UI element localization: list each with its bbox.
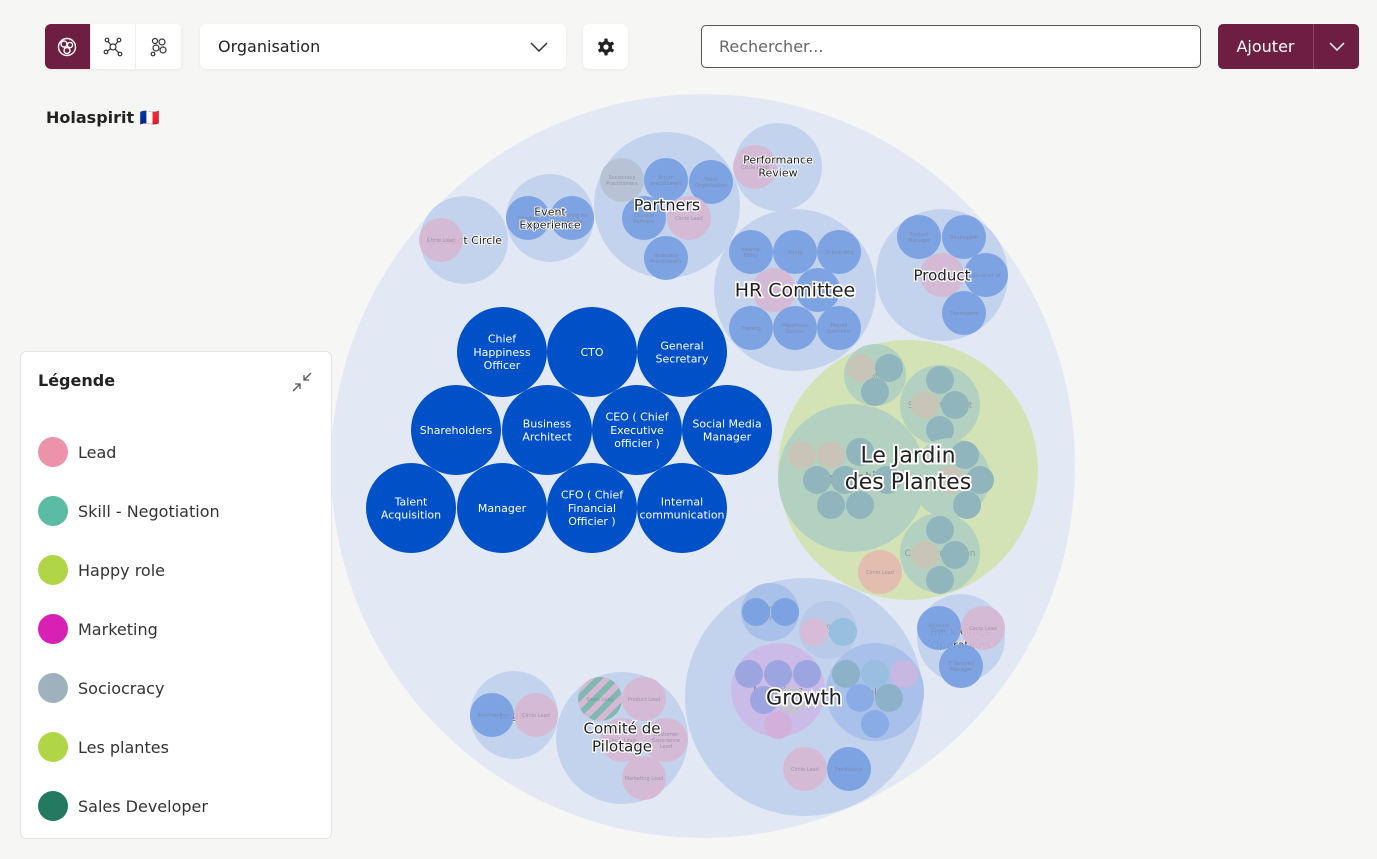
legend-item[interactable]: Marketing xyxy=(38,614,158,644)
legend-item[interactable]: Lead xyxy=(38,437,116,467)
circle-label: General Secretary xyxy=(656,339,709,365)
circle-label: Facilitateur xyxy=(835,767,864,773)
legend-label: Skill - Negotiation xyxy=(78,501,220,521)
role-circle[interactable] xyxy=(742,598,770,626)
circle-label: Internal Policy xyxy=(741,247,760,259)
role-circle[interactable] xyxy=(861,378,889,406)
circle-label: Shareholders xyxy=(420,424,493,437)
circle-label: Le Jardin des Plantes xyxy=(845,444,971,495)
legend-label: Les plantes xyxy=(78,737,169,757)
role-circle[interactable] xyxy=(846,684,874,712)
legend-item[interactable]: Les plantes xyxy=(38,732,169,762)
role-circle[interactable] xyxy=(875,684,903,712)
role-circle[interactable] xyxy=(846,491,874,519)
role-circle[interactable] xyxy=(875,354,903,382)
role-circle[interactable] xyxy=(803,466,831,494)
circle-label: HR Comittee xyxy=(735,280,856,302)
legend-color-swatch xyxy=(38,673,68,703)
circle-label: Business Architect xyxy=(522,417,572,443)
role-circle[interactable] xyxy=(817,441,845,469)
legend-color-swatch xyxy=(38,555,68,585)
circle-label: Brand Identity xyxy=(478,712,507,717)
circle-label: Developers xyxy=(950,311,979,317)
role-circle[interactable] xyxy=(911,391,939,419)
role-circle[interactable] xyxy=(735,660,763,688)
role-circle[interactable] xyxy=(764,660,792,688)
circle-label: Growth xyxy=(766,685,842,709)
role-circle[interactable] xyxy=(911,541,939,569)
circle-label: Product Manager xyxy=(908,232,931,244)
circle-label: Developper xyxy=(950,235,980,241)
circle-label: Onboarding xyxy=(824,250,853,256)
legend-label: Happy role xyxy=(78,560,166,580)
legend-label: Sales Developer xyxy=(78,796,208,816)
legend-item[interactable]: Sales Developer xyxy=(38,791,208,821)
circle-label: Product xyxy=(914,266,971,284)
role-circle[interactable] xyxy=(832,660,860,688)
circle-label: Hiring xyxy=(788,250,803,256)
role-circle[interactable] xyxy=(926,516,954,544)
role-circle[interactable] xyxy=(817,491,845,519)
circle-label: Marketing Lead xyxy=(625,776,664,782)
collapse-icon[interactable] xyxy=(291,371,313,393)
role-circle[interactable] xyxy=(861,660,889,688)
legend-title: Légende xyxy=(38,371,116,390)
circle-label: Circle Lead xyxy=(866,570,894,576)
role-circle[interactable] xyxy=(941,541,969,569)
role-circle[interactable] xyxy=(953,491,981,519)
role-circle[interactable] xyxy=(890,660,918,688)
circle-label: Product Lead xyxy=(628,697,661,703)
circle-label: Sales Lead xyxy=(587,697,614,703)
legend-panel: Légende Lead Skill - Negotiation Happy rol… xyxy=(20,351,332,839)
role-circle[interactable] xyxy=(793,660,821,688)
circle-label: Holacracy Practitioners xyxy=(650,253,682,265)
circle-label: Circle Lead xyxy=(522,713,550,719)
circle-label: IT Security Manager xyxy=(948,661,975,673)
circle-label: Sociocracy Practitioners xyxy=(606,175,638,187)
circle-label: Circle Lead xyxy=(969,626,997,632)
circle-label: Circle Lead xyxy=(791,767,819,773)
legend-color-swatch xyxy=(38,732,68,762)
circle-label: Comité de Pilotage xyxy=(583,719,660,755)
legend-color-swatch xyxy=(38,496,68,526)
role-circle[interactable] xyxy=(926,366,954,394)
legend-item[interactable]: Skill - Negotiation xyxy=(38,496,220,526)
circle-label: Manager xyxy=(478,502,527,515)
legend-label: Lead xyxy=(78,442,117,462)
circle-label: Training xyxy=(740,326,761,332)
circle-label: Partners xyxy=(634,196,700,215)
role-circle[interactable] xyxy=(800,618,828,646)
circle-label: Circle Lead xyxy=(427,238,455,244)
role-circle[interactable] xyxy=(788,441,816,469)
legend-color-swatch xyxy=(38,437,68,467)
legend-item[interactable]: Sociocracy xyxy=(38,673,164,703)
legend-item[interactable]: Happy role xyxy=(38,555,165,585)
circle-label: Designer UI xyxy=(971,273,1000,279)
circle-label: Circle Lead xyxy=(675,216,703,222)
legend-label: Sociocracy xyxy=(78,678,165,698)
role-circle[interactable] xyxy=(861,710,889,738)
circle-label: CFO ( Chief Financial Officier ) xyxy=(561,489,624,528)
legend-color-swatch xyxy=(38,614,68,644)
role-circle[interactable] xyxy=(847,354,875,382)
role-circle[interactable] xyxy=(926,566,954,594)
role-circle[interactable] xyxy=(829,618,857,646)
legend-color-swatch xyxy=(38,791,68,821)
role-circle[interactable] xyxy=(771,598,799,626)
role-circle[interactable] xyxy=(764,711,792,739)
role-circle[interactable] xyxy=(941,391,969,419)
legend-label: Marketing xyxy=(78,619,158,639)
circle-label: CTO xyxy=(580,346,603,359)
